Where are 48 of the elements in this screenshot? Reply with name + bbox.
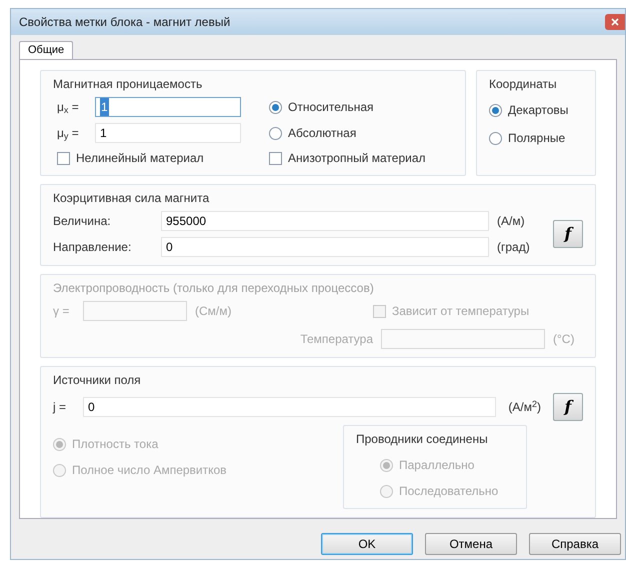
checkbox-label: Зависит от температуры — [392, 303, 530, 320]
radio-label: Полярные — [508, 130, 566, 147]
input-field[interactable]: 0 — [161, 237, 489, 257]
field-label: μ$_{x}$ = — [57, 99, 80, 116]
unit-label: (°C) — [553, 331, 576, 348]
field-label: Величина: — [53, 213, 112, 230]
dialog-button[interactable]: OK — [321, 533, 413, 555]
close-icon[interactable] — [605, 14, 625, 30]
radio-label: Декартовы — [508, 102, 568, 119]
field-label: μ$_{y}$ = — [57, 125, 80, 142]
input-field[interactable]: 955000 — [161, 211, 489, 231]
group-title: Магнитная проницаемость — [53, 76, 204, 93]
radio-button[interactable] — [269, 100, 282, 114]
field-label: γ = — [53, 303, 70, 320]
group-title: Коэрцитивная сила магнита — [53, 190, 210, 207]
field-label: Температура — [300, 331, 373, 348]
tab[interactable]: Общие — [19, 41, 74, 59]
group-title: Координаты — [489, 76, 558, 93]
radio-label: Параллельно — [399, 457, 474, 474]
radio-label: Последовательно — [399, 483, 498, 500]
radio-button[interactable] — [489, 104, 502, 116]
field-label: j = — [53, 399, 68, 416]
checkbox-label: Нелинейный материал — [76, 150, 204, 167]
group-title: Электропроводность (только для переходных процессов) — [53, 280, 375, 297]
input-field[interactable]: 1 — [95, 123, 241, 143]
function-button[interactable]: f — [553, 393, 583, 421]
unit-label: (А/м$^{2}$) — [508, 398, 541, 416]
input-field[interactable]: 0 — [83, 397, 496, 417]
unit-label: (См/м) — [195, 303, 232, 320]
radio-label: Полное число Ампервитков — [72, 462, 227, 479]
radio-label: Абсолютная — [288, 125, 356, 142]
dialog-button[interactable]: Отмена — [425, 533, 517, 555]
group-title: Проводники соединены — [356, 431, 489, 448]
radio-button[interactable] — [489, 132, 502, 144]
checkbox[interactable] — [269, 152, 282, 164]
radio-button[interactable] — [269, 126, 282, 140]
window-title: Свойства метки блока - магнит левый — [19, 14, 230, 31]
function-button[interactable]: f — [553, 220, 583, 248]
checkbox[interactable] — [57, 152, 70, 164]
unit-label: (А/м) — [497, 213, 526, 230]
group-title: Источники поля — [53, 372, 142, 389]
input-field[interactable]: 1 — [95, 97, 241, 117]
radio-label: Относительная — [288, 99, 374, 116]
dialog-button[interactable]: Справка — [529, 533, 621, 555]
checkbox-label: Анизотропный материал — [288, 150, 426, 167]
unit-label: (град) — [497, 239, 531, 256]
radio-label: Плотность тока — [72, 436, 158, 453]
field-label: Направление: — [53, 239, 132, 256]
